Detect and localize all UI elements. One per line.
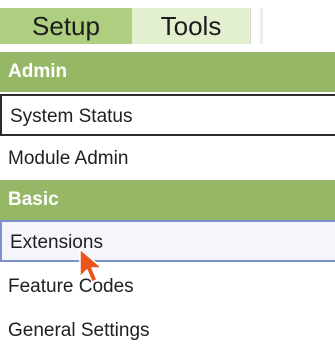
menu-item-system-status[interactable]: System Status bbox=[0, 94, 335, 136]
menu-item-module-admin[interactable]: Module Admin bbox=[0, 138, 335, 180]
menu-item-general-settings[interactable]: General Settings bbox=[0, 310, 335, 352]
tab-tools[interactable]: Tools bbox=[132, 8, 250, 44]
section-header-admin: Admin bbox=[0, 52, 335, 92]
tab-bar: Setup Tools bbox=[0, 0, 335, 52]
tab-setup[interactable]: Setup bbox=[0, 8, 132, 44]
menu-item-feature-codes[interactable]: Feature Codes bbox=[0, 266, 335, 308]
section-header-basic: Basic bbox=[0, 180, 335, 220]
tab-bar-edge bbox=[250, 8, 263, 44]
menu-item-extensions[interactable]: Extensions bbox=[0, 220, 335, 262]
